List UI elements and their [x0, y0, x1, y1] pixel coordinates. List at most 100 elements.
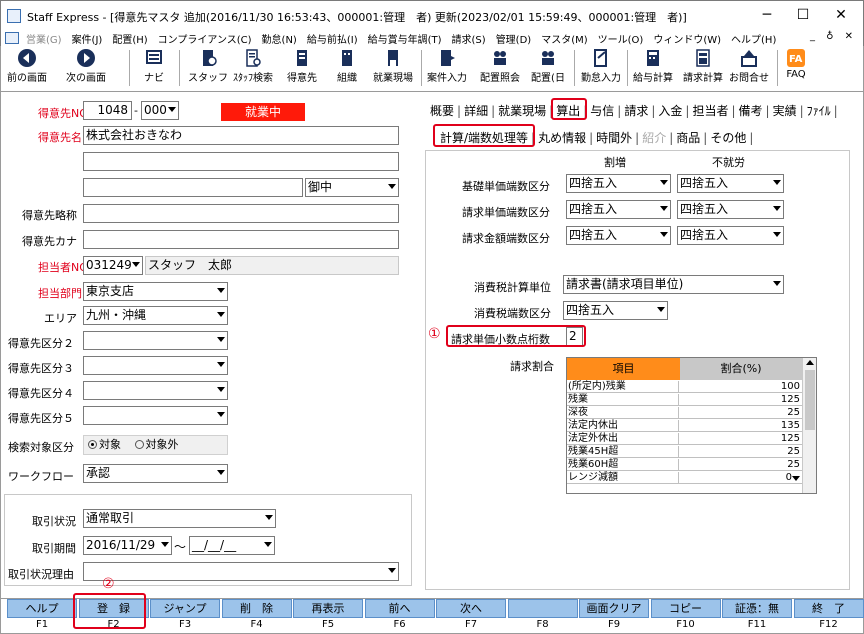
grid-cell-item[interactable]: 法定内休出 — [568, 420, 679, 432]
placement-view-button[interactable]: 配置照会 — [478, 48, 522, 84]
deal-from-select[interactable]: 2016/11/29 — [83, 536, 172, 555]
amount-rounding-premium-select[interactable]: 四捨五入 — [566, 226, 671, 245]
customer-name3-field[interactable] — [83, 178, 303, 197]
table-row[interactable]: (所定内)残業 100 — [567, 381, 802, 393]
honorific-select[interactable]: 御中 — [305, 178, 399, 197]
short-name-field[interactable] — [83, 204, 399, 223]
deal-to-select[interactable]: __/__/__ — [189, 536, 275, 555]
table-row[interactable]: レンジ減額 0 — [567, 472, 802, 484]
next-screen-button[interactable]: 次の画面 — [63, 48, 109, 84]
customer-button[interactable]: 得意先 — [283, 48, 321, 84]
grid-cell-ratio[interactable]: 135 — [680, 420, 800, 432]
chevron-down-icon[interactable] — [792, 476, 800, 481]
staff-button[interactable]: スタッフ — [188, 48, 228, 84]
dept-select[interactable]: 東京支店 — [83, 282, 228, 301]
tab-overview[interactable]: 概要 — [428, 104, 456, 118]
grid-cell-ratio[interactable]: 25 — [680, 407, 800, 419]
grid-scrollbar[interactable] — [802, 358, 816, 493]
tab-payment[interactable]: 入金 — [656, 104, 684, 118]
tab-billing[interactable]: 請求 — [622, 104, 650, 118]
tab-person[interactable]: 担当者 — [690, 104, 730, 118]
grid-cell-item[interactable]: レンジ減額 — [568, 472, 679, 484]
f8-button[interactable] — [507, 599, 578, 618]
next-button[interactable]: 次へ — [436, 599, 506, 618]
clear-button[interactable]: 画面クリア — [579, 599, 649, 618]
deal-status-select[interactable]: 通常取引 — [83, 509, 276, 528]
prev-button[interactable]: 前へ — [364, 599, 435, 618]
customer-branch-select[interactable]: 000 — [141, 101, 179, 120]
customer-no-field[interactable]: 1048 — [83, 101, 132, 120]
scroll-up-icon[interactable] — [806, 360, 814, 365]
grid-cell-ratio[interactable]: 100 — [680, 381, 800, 393]
grid-cell-item[interactable]: 法定外休出 — [568, 433, 679, 445]
subtab-product[interactable]: 商品 — [674, 131, 702, 145]
grid-cell-item[interactable]: 深夜 — [568, 407, 679, 419]
search-target-off[interactable]: 対象外 — [134, 438, 179, 451]
scroll-thumb[interactable] — [805, 370, 815, 430]
tax-rounding-select[interactable]: 四捨五入 — [563, 301, 668, 320]
amount-rounding-nonwork-select[interactable]: 四捨五入 — [677, 226, 784, 245]
maximize-button[interactable]: ☐ — [793, 7, 813, 23]
subtab-other[interactable]: その他 — [708, 131, 748, 145]
cat2-select[interactable] — [83, 331, 228, 350]
case-input-button[interactable]: 案件入力 — [425, 48, 469, 84]
table-row[interactable]: 残業 125 — [567, 394, 802, 406]
refresh-button[interactable]: 再表示 — [293, 599, 363, 618]
minimize-button[interactable]: ─ — [757, 7, 777, 23]
cat3-select[interactable] — [83, 356, 228, 375]
subtab-rounding-info[interactable]: 丸め情報 — [536, 131, 588, 145]
grid-cell-ratio[interactable]: 0 — [680, 472, 792, 484]
table-row[interactable]: 法定外休出 125 — [567, 433, 802, 445]
grid-cell-item[interactable]: 残業45H超 — [568, 446, 679, 458]
grid-cell-ratio[interactable]: 125 — [680, 394, 800, 406]
close-button[interactable]: ✕ — [831, 7, 851, 23]
subtab-referral[interactable]: 紹介 — [640, 131, 668, 145]
inquiry-button[interactable]: お問合せ — [727, 48, 771, 84]
tab-detail[interactable]: 詳細 — [462, 104, 490, 118]
grid-cell-ratio[interactable]: 125 — [680, 433, 800, 445]
org-button[interactable]: 組織 — [331, 48, 363, 84]
grid-cell-item[interactable]: 残業 — [568, 394, 679, 406]
menu-tool[interactable]: ツール(O) — [593, 31, 649, 46]
tab-credit[interactable]: 与信 — [588, 104, 616, 118]
menu-maebarai[interactable]: 給与前払(I) — [302, 31, 363, 46]
menu-seikyu[interactable]: 請求(S) — [447, 31, 491, 46]
grid-header-ratio[interactable]: 割合(%) — [680, 358, 802, 380]
menu-kyuyo[interactable]: 給与賞与年調(T) — [363, 31, 447, 46]
base-rounding-nonwork-select[interactable]: 四捨五入 — [677, 174, 784, 193]
salary-calc-button[interactable]: 給与計算 — [631, 48, 675, 84]
tax-unit-select[interactable]: 請求書(請求項目単位) — [563, 275, 784, 294]
menu-kanri[interactable]: 管理(D) — [491, 31, 537, 46]
jump-button[interactable]: ジャンプ — [150, 599, 220, 618]
search-target-on[interactable]: 対象 — [88, 438, 121, 451]
grid-cell-item[interactable]: 残業60H超 — [568, 459, 679, 471]
grid-cell-item[interactable]: (所定内)残業 — [568, 381, 679, 393]
cat5-select[interactable] — [83, 406, 228, 425]
table-row[interactable]: 残業45H超 25 — [567, 446, 802, 458]
tab-work-site[interactable]: 就業現場 — [496, 104, 548, 118]
tab-results[interactable]: 実績 — [771, 104, 799, 118]
kana-field[interactable] — [83, 230, 399, 249]
customer-name2-field[interactable] — [83, 152, 399, 171]
staff-search-button[interactable]: ｽﾀｯﾌ検索 — [230, 48, 276, 84]
grid-cell-ratio[interactable]: 25 — [680, 446, 800, 458]
menu-help[interactable]: ヘルプ(H) — [726, 31, 781, 46]
prev-screen-button[interactable]: 前の画面 — [5, 48, 49, 84]
attendance-input-button[interactable]: 勤怠入力 — [579, 48, 623, 84]
subtab-overtime[interactable]: 時間外 — [594, 131, 634, 145]
menu-master[interactable]: マスタ(M) — [536, 31, 592, 46]
staff-no-select[interactable]: 031249 — [83, 256, 143, 275]
tab-file[interactable]: ﾌｧｲﾙ — [805, 104, 833, 118]
menu-eigyo[interactable]: 営業(G) — [21, 31, 67, 46]
base-rounding-premium-select[interactable]: 四捨五入 — [566, 174, 671, 193]
workflow-select[interactable]: 承認 — [83, 464, 228, 483]
help-button[interactable]: ヘルプ — [7, 599, 77, 618]
faq-button[interactable]: FA FAQ — [781, 48, 811, 80]
copy-button[interactable]: コピー — [650, 599, 721, 618]
placement-day-button[interactable]: 配置(日 — [528, 48, 568, 84]
grid-header-item[interactable]: 項目 — [567, 358, 680, 380]
deal-reason-select[interactable] — [83, 562, 399, 581]
work-site-button[interactable]: 就業現場 — [371, 48, 415, 84]
billing-calc-button[interactable]: 請求計算 — [681, 48, 725, 84]
menu-kintai[interactable]: 勤怠(N) — [257, 31, 302, 46]
